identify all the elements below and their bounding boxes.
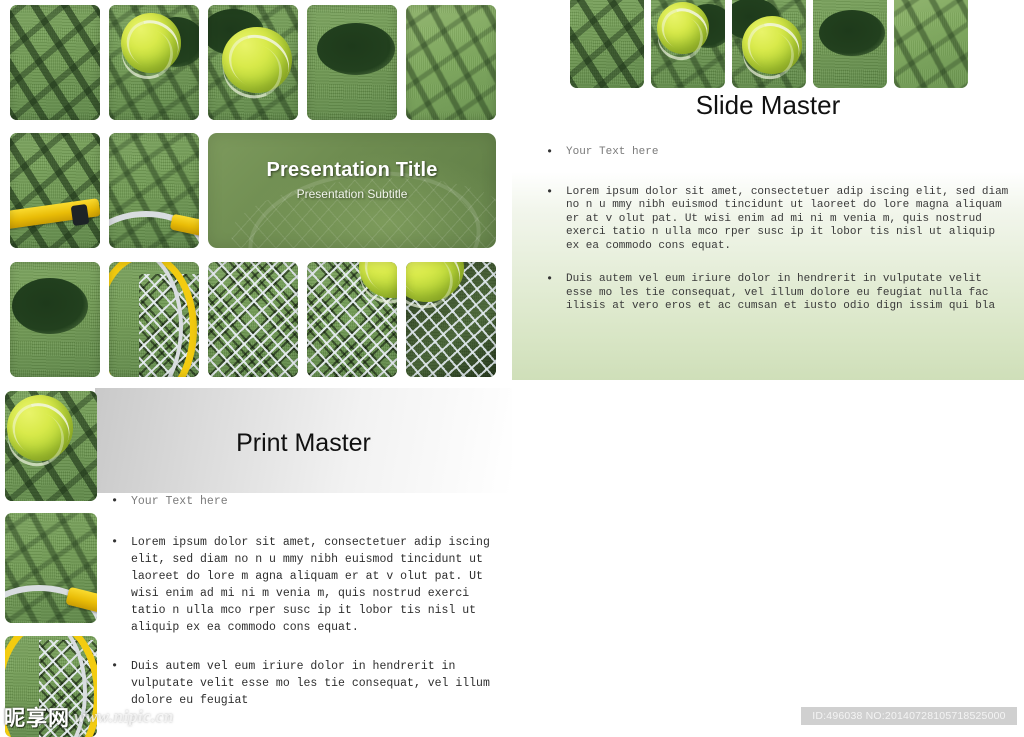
tennis-ball [7,395,73,461]
tile-vignette [208,262,298,377]
slide-template-preview: Presentation Title Presentation Subtitle [0,0,1024,737]
tile-vignette [406,5,496,120]
tile-vignette [109,262,199,377]
tile-racket-rim-on-grass [109,133,199,248]
tile-ball-on-strings-dark [406,262,496,377]
tile-tennis-ball-with-shadow [208,5,298,120]
net-shadow-overlay [570,0,644,88]
tile-racket-rim-on-grass [5,513,97,623]
list-item[interactable]: Duis autem vel eum iriure dolor in hendr… [105,658,505,709]
tile-tennis-ball-on-grass [651,0,725,88]
bullet-text: Lorem ipsum dolor sit amet, consectetuer… [131,536,490,634]
tennis-ball [742,16,802,74]
tile-ball-shadow-on-grass [10,262,100,377]
tile-racket-throat-yellow [109,262,199,377]
bullet-text: Your Text here [566,146,659,158]
print-master-bullet-list: Your Text here Lorem ipsum dolor sit ame… [105,493,505,709]
list-item[interactable]: Your Text here [105,493,505,510]
slide-master-bullet-list: Your Text here Lorem ipsum dolor sit ame… [540,146,1010,314]
tile-vignette [10,262,100,377]
tile-vignette [109,5,199,120]
print-master-panel: Print Master Your Text here Lorem ipsum … [0,385,512,737]
tile-tennis-ball-with-shadow [732,0,806,88]
image-id-badge: ID:496038 NO:20140728105718525000 [801,707,1017,725]
tile-racket-throat-strings [5,636,97,737]
ball-shadow [819,10,885,56]
tile-vignette [109,133,199,248]
bullet-text: Duis autem vel eum iriure dolor in hendr… [566,273,996,312]
presentation-subtitle: Presentation Subtitle [296,187,408,201]
tile-racket-strings [208,262,298,377]
bullet-text: Your Text here [131,495,228,508]
tile-racket-strings-with-ball [307,262,397,377]
tile-net-shadow-grass [406,5,496,120]
slide-master-heading: Slide Master [695,90,841,120]
presentation-title-card[interactable]: Presentation Title Presentation Subtitle [208,133,496,248]
tile-vignette [406,262,496,377]
tile-tennis-ball-closeup [5,391,97,501]
bullet-text: Duis autem vel eum iriure dolor in hendr… [131,660,490,707]
tile-tennis-ball-on-grass [109,5,199,120]
tile-vignette [10,133,100,248]
tile-net-shadow-grass [894,0,968,88]
tile-vignette [208,5,298,120]
tile-ball-shadow-on-grass [813,0,887,88]
presentation-title: Presentation Title [266,159,438,181]
tile-racket-handle-on-grass [10,133,100,248]
net-shadow-overlay [894,0,968,88]
racket-rim-outer [5,636,87,737]
slide-master-panel: Slide Master Your Text here Lorem ipsum … [512,0,1024,390]
list-item[interactable]: Duis autem vel eum iriure dolor in hendr… [540,273,1010,314]
print-master-heading: Print Master [236,429,371,457]
tile-ball-shadow-on-grass [307,5,397,120]
bullet-text: Lorem ipsum dolor sit amet, consectetuer… [566,185,1009,252]
tile-net-shadow-grass [10,5,100,120]
list-item[interactable]: Your Text here [540,146,1010,160]
tile-vignette [307,262,397,377]
tile-vignette [10,5,100,120]
list-item[interactable]: Lorem ipsum dolor sit amet, consectetuer… [105,534,505,636]
tile-vignette [307,5,397,120]
tile-net-shadow-grass [570,0,644,88]
tennis-ball [657,2,709,54]
list-item[interactable]: Lorem ipsum dolor sit amet, consectetuer… [540,186,1010,254]
